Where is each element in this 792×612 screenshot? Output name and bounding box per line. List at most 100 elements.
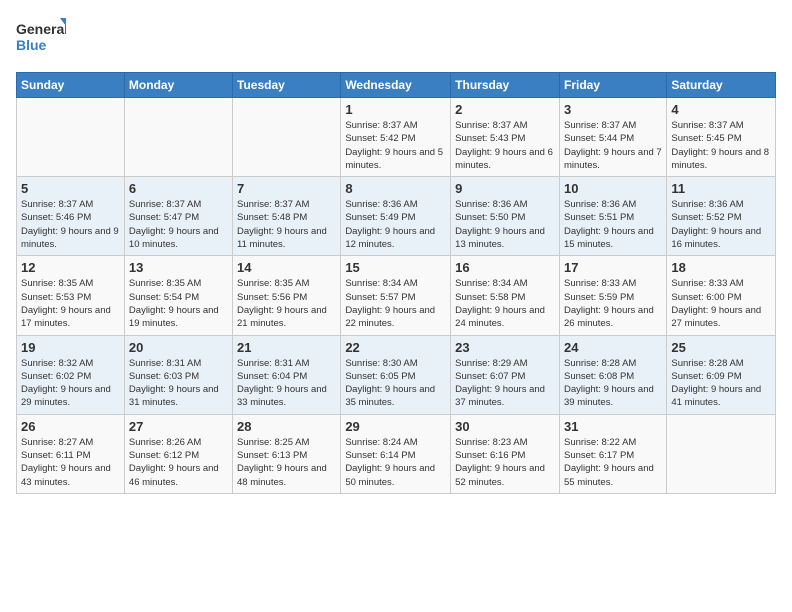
calendar-cell: 27 Sunrise: 8:26 AM Sunset: 6:12 PM Dayli…: [124, 414, 232, 493]
calendar-cell: 10Sunrise: 8:36 AM Sunset: 5:51 PM Dayli…: [559, 177, 666, 256]
weekday-header-sunday: Sunday: [17, 73, 125, 98]
day-number: 3: [564, 102, 662, 117]
calendar-cell: 3 Sunrise: 8:37 AM Sunset: 5:44 PM Daylig…: [559, 98, 666, 177]
calendar-cell: 13 Sunrise: 8:35 AM Sunset: 5:54 PM Dayli…: [124, 256, 232, 335]
calendar-cell: 26 Sunrise: 8:27 AM Sunset: 6:11 PM Dayli…: [17, 414, 125, 493]
calendar-cell: [124, 98, 232, 177]
day-info: Sunrise: 8:37 AM Sunset: 5:47 PM Dayligh…: [129, 198, 228, 251]
calendar-cell: [17, 98, 125, 177]
day-number: 15: [345, 260, 446, 275]
day-number: 7: [237, 181, 336, 196]
calendar-cell: 18Sunrise: 8:33 AM Sunset: 6:00 PM Dayli…: [667, 256, 776, 335]
day-info: Sunrise: 8:25 AM Sunset: 6:13 PM Dayligh…: [237, 436, 336, 489]
calendar-cell: 16 Sunrise: 8:34 AM Sunset: 5:58 PM Dayli…: [451, 256, 560, 335]
day-info: Sunrise: 8:26 AM Sunset: 6:12 PM Dayligh…: [129, 436, 228, 489]
calendar-cell: 1 Sunrise: 8:37 AM Sunset: 5:42 PM Daylig…: [341, 98, 451, 177]
header: General Blue: [16, 16, 776, 60]
calendar-week-row: 12Sunrise: 8:35 AM Sunset: 5:53 PM Dayli…: [17, 256, 776, 335]
calendar-cell: 22 Sunrise: 8:30 AM Sunset: 6:05 PM Dayli…: [341, 335, 451, 414]
day-info: Sunrise: 8:37 AM Sunset: 5:43 PM Dayligh…: [455, 119, 555, 172]
svg-text:General: General: [16, 21, 66, 37]
day-info: Sunrise: 8:32 AM Sunset: 6:02 PM Dayligh…: [21, 357, 120, 410]
day-info: Sunrise: 8:23 AM Sunset: 6:16 PM Dayligh…: [455, 436, 555, 489]
calendar-cell: 7 Sunrise: 8:37 AM Sunset: 5:48 PM Daylig…: [233, 177, 341, 256]
day-number: 22: [345, 340, 446, 355]
weekday-header-thursday: Thursday: [451, 73, 560, 98]
day-info: Sunrise: 8:33 AM Sunset: 5:59 PM Dayligh…: [564, 277, 662, 330]
day-info: Sunrise: 8:37 AM Sunset: 5:42 PM Dayligh…: [345, 119, 446, 172]
day-number: 10: [564, 181, 662, 196]
calendar-cell: 9 Sunrise: 8:36 AM Sunset: 5:50 PM Daylig…: [451, 177, 560, 256]
day-number: 31: [564, 419, 662, 434]
calendar-week-row: 5 Sunrise: 8:37 AM Sunset: 5:46 PM Daylig…: [17, 177, 776, 256]
day-number: 26: [21, 419, 120, 434]
svg-text:Blue: Blue: [16, 37, 47, 53]
day-info: Sunrise: 8:36 AM Sunset: 5:50 PM Dayligh…: [455, 198, 555, 251]
page-container: General Blue SundayMondayTuesdayWednesda…: [0, 0, 792, 504]
calendar-cell: 28 Sunrise: 8:25 AM Sunset: 6:13 PM Dayli…: [233, 414, 341, 493]
day-info: Sunrise: 8:29 AM Sunset: 6:07 PM Dayligh…: [455, 357, 555, 410]
day-info: Sunrise: 8:31 AM Sunset: 6:03 PM Dayligh…: [129, 357, 228, 410]
day-number: 5: [21, 181, 120, 196]
calendar-cell: [667, 414, 776, 493]
day-number: 4: [671, 102, 771, 117]
day-number: 2: [455, 102, 555, 117]
day-number: 13: [129, 260, 228, 275]
weekday-header-row: SundayMondayTuesdayWednesdayThursdayFrid…: [17, 73, 776, 98]
day-info: Sunrise: 8:37 AM Sunset: 5:44 PM Dayligh…: [564, 119, 662, 172]
day-info: Sunrise: 8:34 AM Sunset: 5:58 PM Dayligh…: [455, 277, 555, 330]
day-info: Sunrise: 8:33 AM Sunset: 6:00 PM Dayligh…: [671, 277, 771, 330]
calendar-cell: 12Sunrise: 8:35 AM Sunset: 5:53 PM Dayli…: [17, 256, 125, 335]
day-number: 8: [345, 181, 446, 196]
calendar-table: SundayMondayTuesdayWednesdayThursdayFrid…: [16, 72, 776, 494]
day-info: Sunrise: 8:36 AM Sunset: 5:49 PM Dayligh…: [345, 198, 446, 251]
calendar-cell: [233, 98, 341, 177]
day-info: Sunrise: 8:24 AM Sunset: 6:14 PM Dayligh…: [345, 436, 446, 489]
weekday-header-wednesday: Wednesday: [341, 73, 451, 98]
day-number: 9: [455, 181, 555, 196]
calendar-week-row: 1 Sunrise: 8:37 AM Sunset: 5:42 PM Daylig…: [17, 98, 776, 177]
logo: General Blue: [16, 16, 66, 60]
day-number: 16: [455, 260, 555, 275]
calendar-cell: 21Sunrise: 8:31 AM Sunset: 6:04 PM Dayli…: [233, 335, 341, 414]
calendar-cell: 4Sunrise: 8:37 AM Sunset: 5:45 PM Daylig…: [667, 98, 776, 177]
day-number: 23: [455, 340, 555, 355]
day-info: Sunrise: 8:27 AM Sunset: 6:11 PM Dayligh…: [21, 436, 120, 489]
day-number: 27: [129, 419, 228, 434]
day-info: Sunrise: 8:30 AM Sunset: 6:05 PM Dayligh…: [345, 357, 446, 410]
calendar-cell: 30 Sunrise: 8:23 AM Sunset: 6:16 PM Dayli…: [451, 414, 560, 493]
day-info: Sunrise: 8:37 AM Sunset: 5:48 PM Dayligh…: [237, 198, 336, 251]
day-info: Sunrise: 8:36 AM Sunset: 5:52 PM Dayligh…: [671, 198, 771, 251]
day-info: Sunrise: 8:35 AM Sunset: 5:53 PM Dayligh…: [21, 277, 120, 330]
day-number: 24: [564, 340, 662, 355]
day-info: Sunrise: 8:31 AM Sunset: 6:04 PM Dayligh…: [237, 357, 336, 410]
calendar-cell: 2 Sunrise: 8:37 AM Sunset: 5:43 PM Daylig…: [451, 98, 560, 177]
weekday-header-friday: Friday: [559, 73, 666, 98]
day-number: 30: [455, 419, 555, 434]
day-number: 14: [237, 260, 336, 275]
day-number: 20: [129, 340, 228, 355]
calendar-cell: 29 Sunrise: 8:24 AM Sunset: 6:14 PM Dayli…: [341, 414, 451, 493]
day-number: 11: [671, 181, 771, 196]
day-number: 19: [21, 340, 120, 355]
day-info: Sunrise: 8:22 AM Sunset: 6:17 PM Dayligh…: [564, 436, 662, 489]
calendar-cell: 19 Sunrise: 8:32 AM Sunset: 6:02 PM Dayli…: [17, 335, 125, 414]
calendar-week-row: 26 Sunrise: 8:27 AM Sunset: 6:11 PM Dayli…: [17, 414, 776, 493]
weekday-header-saturday: Saturday: [667, 73, 776, 98]
calendar-cell: 6Sunrise: 8:37 AM Sunset: 5:47 PM Daylig…: [124, 177, 232, 256]
day-number: 1: [345, 102, 446, 117]
day-number: 28: [237, 419, 336, 434]
calendar-cell: 31 Sunrise: 8:22 AM Sunset: 6:17 PM Dayli…: [559, 414, 666, 493]
calendar-week-row: 19 Sunrise: 8:32 AM Sunset: 6:02 PM Dayli…: [17, 335, 776, 414]
calendar-cell: 5 Sunrise: 8:37 AM Sunset: 5:46 PM Daylig…: [17, 177, 125, 256]
calendar-cell: 15Sunrise: 8:34 AM Sunset: 5:57 PM Dayli…: [341, 256, 451, 335]
day-info: Sunrise: 8:35 AM Sunset: 5:54 PM Dayligh…: [129, 277, 228, 330]
weekday-header-monday: Monday: [124, 73, 232, 98]
calendar-cell: 24Sunrise: 8:28 AM Sunset: 6:08 PM Dayli…: [559, 335, 666, 414]
day-info: Sunrise: 8:37 AM Sunset: 5:46 PM Dayligh…: [21, 198, 120, 251]
day-number: 29: [345, 419, 446, 434]
day-number: 17: [564, 260, 662, 275]
day-number: 25: [671, 340, 771, 355]
calendar-cell: 8 Sunrise: 8:36 AM Sunset: 5:49 PM Daylig…: [341, 177, 451, 256]
calendar-cell: 25Sunrise: 8:28 AM Sunset: 6:09 PM Dayli…: [667, 335, 776, 414]
